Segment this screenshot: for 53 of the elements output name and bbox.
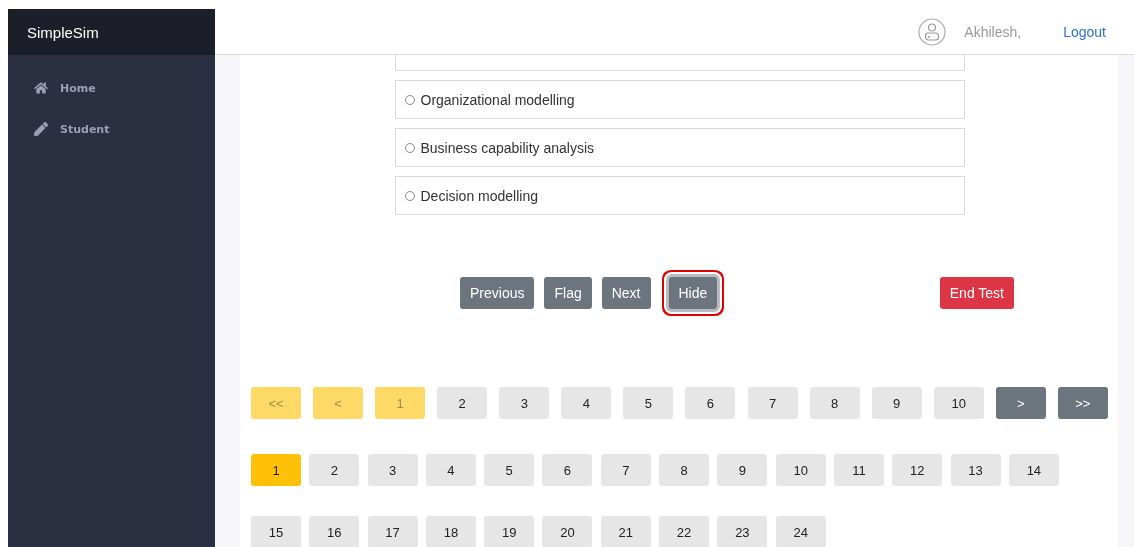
brand-logo[interactable]: SimpleSim bbox=[8, 9, 215, 55]
question-number-button[interactable]: 4 bbox=[425, 454, 476, 486]
answer-option[interactable]: Business capability analysis bbox=[394, 128, 965, 167]
nav-button[interactable]: Flag bbox=[544, 277, 592, 309]
question-number-button[interactable]: 18 bbox=[425, 516, 476, 547]
pencil-icon bbox=[34, 122, 48, 136]
radio-button[interactable] bbox=[404, 190, 415, 201]
question-number-button[interactable]: 9 bbox=[717, 454, 768, 486]
question-number-button[interactable]: 5 bbox=[484, 454, 535, 486]
question-number-button[interactable]: 12 bbox=[892, 454, 943, 486]
question-number-button[interactable]: 20 bbox=[542, 516, 593, 547]
question-number-button[interactable]: 7 bbox=[600, 454, 651, 486]
sidebar-item[interactable]: Home bbox=[34, 81, 215, 95]
question-number-button[interactable]: 11 bbox=[833, 454, 884, 486]
answer-option[interactable]: Organizational modelling bbox=[394, 80, 965, 119]
question-number-button[interactable]: 1 bbox=[251, 454, 301, 486]
question-number-button[interactable]: 22 bbox=[659, 516, 710, 547]
question-number-button[interactable]: 23 bbox=[717, 516, 768, 547]
radio-button[interactable] bbox=[404, 94, 415, 105]
page-button[interactable]: 2 bbox=[437, 387, 488, 419]
page-button[interactable]: 10 bbox=[933, 387, 984, 419]
page-button[interactable]: 8 bbox=[809, 387, 860, 419]
user-name: Akhilesh, bbox=[964, 23, 1022, 40]
page-button[interactable]: 5 bbox=[623, 387, 674, 419]
radio-button[interactable] bbox=[404, 142, 415, 153]
page-button[interactable]: 7 bbox=[747, 387, 798, 419]
question-number-button[interactable]: 13 bbox=[950, 454, 1001, 486]
nav-button[interactable]: Previous bbox=[460, 277, 535, 309]
page-button[interactable]: 4 bbox=[561, 387, 612, 419]
question-number-button[interactable]: 8 bbox=[659, 454, 710, 486]
end-test-button[interactable]: End Test bbox=[939, 277, 1014, 309]
question-number-button[interactable]: 19 bbox=[484, 516, 535, 547]
question-number-button[interactable]: 17 bbox=[367, 516, 418, 547]
question-number-button[interactable]: 15 bbox=[251, 516, 301, 547]
page-button[interactable]: > bbox=[995, 387, 1046, 419]
question-number-button[interactable]: 14 bbox=[1008, 454, 1059, 486]
page-button[interactable]: >> bbox=[1057, 387, 1108, 419]
answer-option[interactable]: Decision modelling bbox=[394, 176, 965, 215]
question-number-button[interactable]: 3 bbox=[367, 454, 418, 486]
question-number-button[interactable]: 6 bbox=[542, 454, 593, 486]
question-number-button[interactable]: 2 bbox=[309, 454, 360, 486]
question-number-button[interactable]: 21 bbox=[600, 516, 651, 547]
logout-link[interactable]: Logout bbox=[1063, 23, 1106, 40]
page-button[interactable]: 9 bbox=[871, 387, 922, 419]
page-button[interactable]: 3 bbox=[499, 387, 550, 419]
sidebar-item[interactable]: Student bbox=[34, 122, 215, 136]
question-number-button[interactable]: 16 bbox=[309, 516, 360, 547]
question-number-button[interactable]: 10 bbox=[775, 454, 826, 486]
nav-button[interactable]: Next bbox=[601, 277, 651, 309]
page-button[interactable]: 6 bbox=[685, 387, 736, 419]
question-number-button[interactable]: 24 bbox=[775, 516, 826, 547]
avatar-icon bbox=[918, 17, 947, 46]
home-icon bbox=[34, 81, 48, 95]
